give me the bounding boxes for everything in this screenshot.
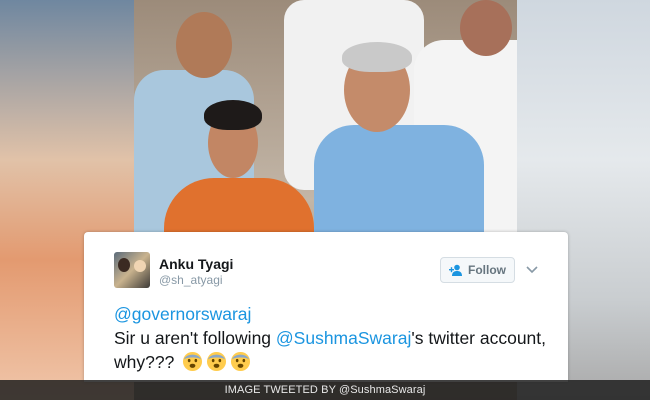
fearful-face-icon xyxy=(207,351,227,372)
caption-text: IMAGE TWEETED BY @SushmaSwaraj xyxy=(224,384,426,396)
person-head xyxy=(176,12,232,78)
person-head xyxy=(460,0,512,56)
fearful-face-icon xyxy=(183,351,203,372)
author-handle[interactable]: @sh_atyagi xyxy=(159,273,223,287)
tweet-text: @governorswaraj Sir u aren't following @… xyxy=(114,302,554,374)
avatar[interactable] xyxy=(114,252,150,288)
follow-button[interactable]: Follow xyxy=(440,257,515,283)
more-options-chevron[interactable] xyxy=(524,262,540,278)
embedded-tweet-card: Anku Tyagi @sh_atyagi Follow @governorsw… xyxy=(84,232,568,382)
follow-label: Follow xyxy=(468,263,506,277)
image-credit-caption: IMAGE TWEETED BY @SushmaSwaraj xyxy=(0,380,650,400)
fearful-face-icon xyxy=(231,351,251,372)
mention-link[interactable]: @SushmaSwaraj xyxy=(276,328,411,348)
mention-link[interactable]: @governorswaraj xyxy=(114,304,251,324)
chevron-down-icon xyxy=(526,266,538,274)
tweet-text-part: Sir u aren't following xyxy=(114,328,276,348)
author-name[interactable]: Anku Tyagi xyxy=(159,256,233,272)
add-user-icon xyxy=(449,264,462,276)
person-hair xyxy=(342,42,412,72)
person-hair xyxy=(204,100,262,130)
screenshot: Anku Tyagi @sh_atyagi Follow @governorsw… xyxy=(0,0,650,400)
